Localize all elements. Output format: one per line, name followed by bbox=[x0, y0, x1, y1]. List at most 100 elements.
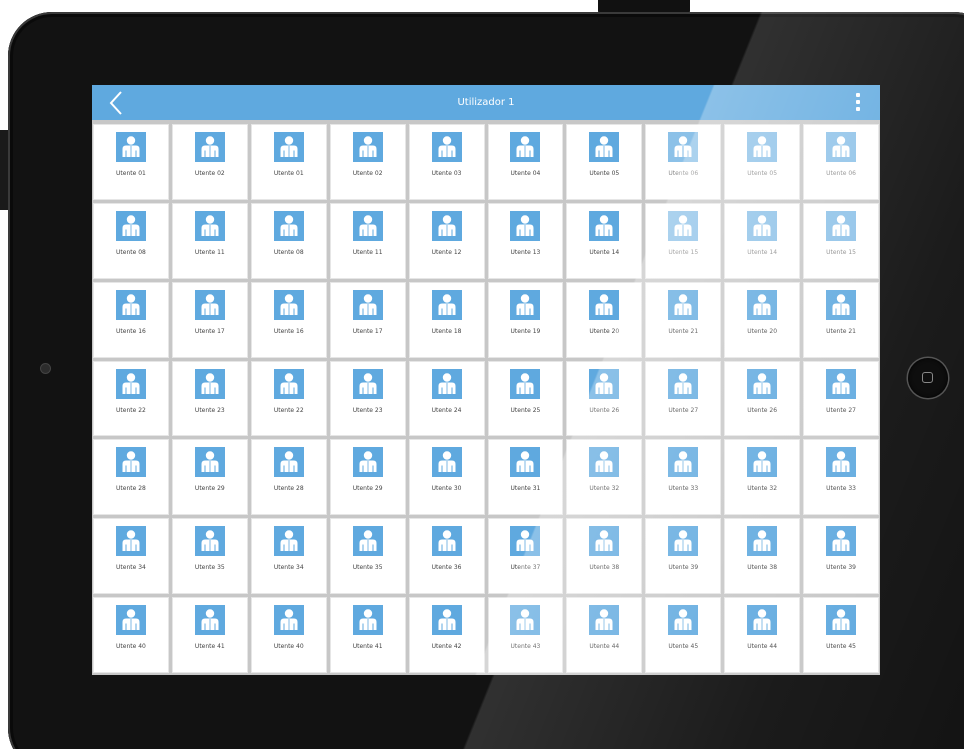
user-tile[interactable]: Utente 38 bbox=[566, 518, 643, 595]
user-tile[interactable]: Utente 37 bbox=[487, 518, 564, 595]
person-avatar-icon bbox=[273, 526, 304, 557]
user-tile[interactable]: Utente 04 bbox=[487, 124, 564, 200]
person-avatar-icon bbox=[747, 132, 778, 162]
user-tile[interactable]: Utente 34 bbox=[250, 518, 327, 595]
user-tile[interactable]: Utente 28 bbox=[93, 439, 169, 516]
user-tile[interactable]: Utente 29 bbox=[329, 439, 406, 516]
user-tile[interactable]: Utente 21 bbox=[645, 281, 722, 358]
user-tile[interactable]: Utente 27 bbox=[803, 360, 879, 437]
user-tile[interactable]: Utente 32 bbox=[724, 439, 801, 516]
user-tile[interactable]: Utente 02 bbox=[171, 124, 248, 200]
user-tile[interactable]: Utente 41 bbox=[171, 597, 248, 673]
user-tile[interactable]: Utente 11 bbox=[329, 202, 406, 279]
user-tile[interactable]: Utente 38 bbox=[724, 518, 801, 595]
person-avatar-icon bbox=[194, 605, 225, 636]
user-tile[interactable]: Utente 42 bbox=[408, 597, 485, 673]
overflow-menu-button[interactable] bbox=[852, 93, 864, 113]
user-tile[interactable]: Utente 01 bbox=[250, 124, 327, 200]
user-tile[interactable]: Utente 30 bbox=[408, 439, 485, 516]
user-tile[interactable]: Utente 28 bbox=[250, 439, 327, 516]
user-tile[interactable]: Utente 22 bbox=[93, 360, 169, 437]
user-tile[interactable]: Utente 06 bbox=[645, 124, 722, 200]
stage: Utilizador 1 Utente 01 Utente 02 Utente 01… bbox=[0, 0, 964, 749]
user-tile[interactable]: Utente 22 bbox=[250, 360, 327, 437]
user-tile[interactable]: Utente 40 bbox=[250, 597, 327, 673]
user-tile[interactable]: Utente 44 bbox=[566, 597, 643, 673]
person-avatar-icon bbox=[510, 132, 541, 162]
user-tile-label: Utente 45 bbox=[668, 643, 699, 651]
user-tile[interactable]: Utente 33 bbox=[645, 439, 722, 516]
user-tile[interactable]: Utente 35 bbox=[171, 518, 248, 595]
home-button[interactable] bbox=[908, 358, 948, 398]
person-avatar-icon bbox=[352, 605, 383, 636]
user-tile[interactable]: Utente 34 bbox=[93, 518, 169, 595]
user-tile[interactable]: Utente 08 bbox=[93, 202, 169, 279]
person-avatar-icon bbox=[352, 368, 383, 399]
user-tile[interactable]: Utente 01 bbox=[93, 124, 169, 200]
user-tile[interactable]: Utente 03 bbox=[408, 124, 485, 200]
user-tile[interactable]: Utente 18 bbox=[408, 281, 485, 358]
user-tile[interactable]: Utente 14 bbox=[566, 202, 643, 279]
user-tile-label: Utente 39 bbox=[668, 564, 699, 572]
user-tile[interactable]: Utente 06 bbox=[803, 124, 879, 200]
person-avatar-icon bbox=[668, 447, 699, 478]
person-avatar-icon bbox=[826, 447, 857, 478]
user-tile[interactable]: Utente 05 bbox=[724, 124, 801, 200]
user-tile[interactable]: Utente 19 bbox=[487, 281, 564, 358]
user-tile[interactable]: Utente 36 bbox=[408, 518, 485, 595]
user-tile[interactable]: Utente 26 bbox=[566, 360, 643, 437]
person-avatar-icon bbox=[589, 605, 620, 636]
user-tile[interactable]: Utente 16 bbox=[250, 281, 327, 358]
user-tile-label: Utente 21 bbox=[668, 327, 699, 335]
user-tile[interactable]: Utente 39 bbox=[803, 518, 879, 595]
user-tile[interactable]: Utente 08 bbox=[250, 202, 327, 279]
user-tile[interactable]: Utente 43 bbox=[487, 597, 564, 673]
user-tile-label: Utente 27 bbox=[826, 406, 856, 414]
user-tile[interactable]: Utente 26 bbox=[724, 360, 801, 437]
user-tile[interactable]: Utente 41 bbox=[329, 597, 406, 673]
user-tile[interactable]: Utente 20 bbox=[724, 281, 801, 358]
user-tile[interactable]: Utente 35 bbox=[329, 518, 406, 595]
user-tile[interactable]: Utente 32 bbox=[566, 439, 643, 516]
person-avatar-icon bbox=[826, 526, 857, 557]
person-avatar-icon bbox=[115, 132, 146, 162]
user-tile[interactable]: Utente 13 bbox=[487, 202, 564, 279]
person-avatar-icon bbox=[431, 368, 462, 399]
user-tile[interactable]: Utente 11 bbox=[171, 202, 248, 279]
person-avatar-icon bbox=[273, 289, 304, 320]
user-tile[interactable]: Utente 15 bbox=[645, 202, 722, 279]
user-tile[interactable]: Utente 02 bbox=[329, 124, 406, 200]
user-tile[interactable]: Utente 16 bbox=[93, 281, 169, 358]
user-tile[interactable]: Utente 45 bbox=[645, 597, 722, 673]
user-tile-label: Utente 35 bbox=[352, 564, 383, 572]
user-tile[interactable]: Utente 20 bbox=[566, 281, 643, 358]
user-tile[interactable]: Utente 29 bbox=[171, 439, 248, 516]
user-tile[interactable]: Utente 14 bbox=[724, 202, 801, 279]
person-avatar-icon bbox=[510, 368, 541, 399]
user-tile[interactable]: Utente 17 bbox=[329, 281, 406, 358]
user-tile[interactable]: Utente 45 bbox=[803, 597, 879, 673]
user-tile[interactable]: Utente 23 bbox=[171, 360, 248, 437]
user-tile[interactable]: Utente 40 bbox=[93, 597, 169, 673]
user-tile[interactable]: Utente 24 bbox=[408, 360, 485, 437]
user-tile[interactable]: Utente 21 bbox=[803, 281, 879, 358]
user-tile[interactable]: Utente 17 bbox=[171, 281, 248, 358]
user-tile-label: Utente 28 bbox=[116, 485, 146, 493]
user-tile[interactable]: Utente 15 bbox=[803, 202, 879, 279]
user-tile-label: Utente 36 bbox=[431, 564, 462, 572]
person-avatar-icon bbox=[115, 210, 146, 241]
user-tile-label: Utente 05 bbox=[747, 170, 778, 177]
user-tile[interactable]: Utente 44 bbox=[724, 597, 801, 673]
user-tile[interactable]: Utente 33 bbox=[803, 439, 879, 516]
user-tile[interactable]: Utente 23 bbox=[329, 360, 406, 437]
user-tile[interactable]: Utente 05 bbox=[566, 124, 643, 200]
user-tile[interactable]: Utente 31 bbox=[487, 439, 564, 516]
camera-icon bbox=[41, 364, 50, 373]
user-tile-label: Utente 15 bbox=[826, 248, 856, 256]
person-avatar-icon bbox=[194, 447, 225, 478]
user-tile[interactable]: Utente 12 bbox=[408, 202, 485, 279]
user-tile[interactable]: Utente 27 bbox=[645, 360, 722, 437]
user-tile[interactable]: Utente 25 bbox=[487, 360, 564, 437]
user-tile[interactable]: Utente 39 bbox=[645, 518, 722, 595]
user-tile-label: Utente 06 bbox=[668, 170, 699, 177]
